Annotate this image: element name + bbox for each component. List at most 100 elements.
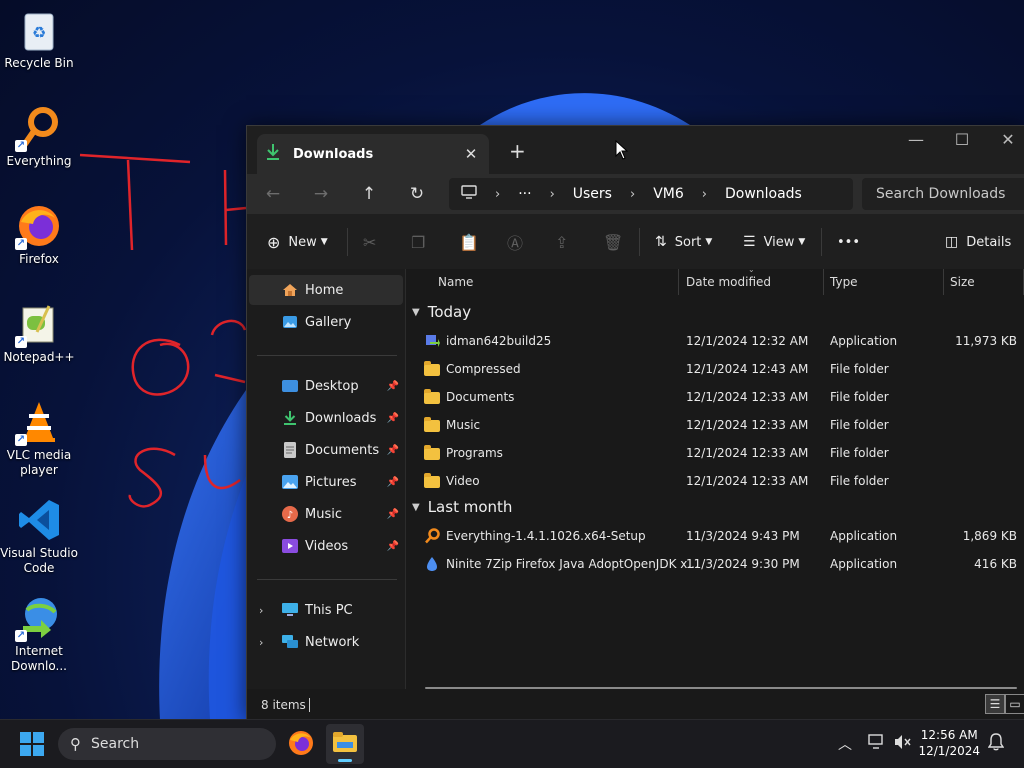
taskbar-clock[interactable]: 12:56 AM 12/1/2024: [918, 727, 980, 759]
table-row[interactable]: Documents 12/1/2024 12:33 AM File folder: [406, 383, 1024, 411]
details-view-button[interactable]: ☰: [985, 694, 1005, 714]
table-row[interactable]: Video 12/1/2024 12:33 AM File folder: [406, 467, 1024, 495]
sort-indicator-icon: ⌄: [748, 265, 755, 274]
show-hidden-icons-button[interactable]: ︿: [838, 734, 852, 754]
share-button[interactable]: ⇪: [555, 228, 568, 256]
explorer-body: Home Gallery Desktop 📌 Downloads 📌 Docum…: [247, 265, 1024, 720]
folder-icon: [424, 417, 442, 433]
copy-button[interactable]: ❐: [411, 228, 425, 256]
group-header-today[interactable]: ▼ Today: [412, 303, 471, 321]
breadcrumb-users[interactable]: Users: [573, 186, 612, 202]
volume-button[interactable]: [894, 734, 912, 754]
file-list: Name Date modified ⌄ Type Size ▼ Today i…: [406, 265, 1024, 689]
tiles-view-icon: ▭: [1009, 697, 1021, 711]
minimize-button[interactable]: —: [893, 130, 939, 149]
maximize-button[interactable]: ☐: [939, 130, 985, 149]
clock-date: 12/1/2024: [918, 744, 980, 758]
pin-icon: 📌: [386, 476, 399, 488]
breadcrumb-downloads[interactable]: Downloads: [725, 186, 802, 202]
chevron-down-icon: ▼: [798, 237, 806, 247]
network-status-button[interactable]: [868, 734, 886, 754]
table-row[interactable]: Compressed 12/1/2024 12:43 AM File folde…: [406, 355, 1024, 383]
view-button[interactable]: ☰ View ▼: [743, 228, 805, 256]
column-divider[interactable]: [943, 269, 944, 295]
new-button[interactable]: ⊕ New ▼: [267, 228, 328, 256]
back-button[interactable]: ←: [261, 182, 285, 206]
paste-button[interactable]: 📋: [459, 228, 479, 256]
column-header-name[interactable]: Name: [438, 275, 473, 289]
view-list-icon: ☰: [743, 234, 756, 250]
sidebar-item-videos[interactable]: Videos 📌: [249, 531, 403, 561]
sidebar-item-pictures[interactable]: Pictures 📌: [249, 467, 403, 497]
desktop-icon-idm[interactable]: ↗ Internet Downlo...: [0, 596, 78, 674]
column-headers: Name Date modified ⌄ Type Size: [406, 265, 1024, 295]
vlc-icon: ↗: [15, 400, 61, 446]
tab-close-button[interactable]: ✕: [459, 145, 483, 163]
ninite-icon: [424, 556, 442, 572]
up-button[interactable]: ↑: [357, 182, 381, 206]
file-explorer-window: Downloads ✕ + — ☐ ✕ ← → ↑ ↻ › ··· › User…: [246, 125, 1024, 721]
start-button[interactable]: [20, 732, 44, 760]
details-button[interactable]: ◫ Details: [945, 228, 1011, 256]
column-header-size[interactable]: Size: [950, 275, 975, 289]
taskbar-firefox[interactable]: [288, 730, 314, 760]
chevron-down-icon: ▼: [412, 501, 420, 513]
sort-button[interactable]: ⇅ Sort ▼: [655, 228, 712, 256]
column-header-date[interactable]: Date modified: [686, 275, 771, 289]
pin-icon: 📌: [386, 540, 399, 552]
download-icon: [265, 143, 285, 165]
breadcrumb-vm6[interactable]: VM6: [653, 186, 684, 202]
taskbar-file-explorer[interactable]: [326, 724, 364, 764]
notifications-button[interactable]: [987, 733, 1005, 755]
more-options-button[interactable]: •••: [837, 228, 860, 256]
cut-button[interactable]: ✂: [363, 228, 376, 256]
chevron-down-icon: ▼: [320, 237, 328, 247]
navigation-bar: ← → ↑ ↻ › ··· › Users › VM6 › Downloads …: [247, 174, 1024, 214]
table-row[interactable]: Everything-1.4.1.1026.x64-Setup 11/3/202…: [406, 522, 1024, 550]
table-row[interactable]: Ninite 7Zip Firefox Java AdoptOpenJDK x.…: [406, 550, 1024, 578]
desktop-icon-firefox[interactable]: ↗ Firefox: [0, 204, 78, 267]
folder-icon: [424, 445, 442, 461]
taskbar-search[interactable]: ⚲ Search: [58, 728, 276, 760]
address-bar[interactable]: › ··· › Users › VM6 › Downloads: [449, 178, 853, 210]
desktop-icon-everything[interactable]: ↗ Everything: [0, 106, 78, 169]
desktop-icon-vlc[interactable]: ↗ VLC media player: [0, 400, 78, 478]
column-header-type[interactable]: Type: [830, 275, 858, 289]
arrow-right-icon: →: [313, 184, 329, 204]
group-header-last-month[interactable]: ▼ Last month: [412, 498, 512, 516]
sidebar-item-network[interactable]: › Network: [249, 627, 403, 657]
refresh-button[interactable]: ↻: [405, 182, 429, 206]
chevron-right-icon: ›: [259, 603, 264, 617]
sidebar-item-downloads[interactable]: Downloads 📌: [249, 403, 403, 433]
sidebar-item-desktop[interactable]: Desktop 📌: [249, 371, 403, 401]
chevron-right-icon: ›: [259, 635, 264, 649]
rename-button[interactable]: Ⓐ: [507, 228, 523, 256]
sidebar-item-gallery[interactable]: Gallery: [249, 307, 403, 337]
chevron-right-icon: ›: [701, 186, 707, 202]
sidebar-item-music[interactable]: ♪ Music 📌: [249, 499, 403, 529]
column-divider[interactable]: [678, 269, 679, 295]
recycle-bin-icon: ♻: [17, 8, 61, 52]
svg-text:♪: ♪: [287, 510, 293, 521]
tab-downloads[interactable]: Downloads ✕: [257, 134, 489, 174]
column-divider[interactable]: [823, 269, 824, 295]
videos-icon: [281, 538, 299, 554]
breadcrumb-more-button[interactable]: ···: [518, 186, 531, 202]
table-row[interactable]: Music 12/1/2024 12:33 AM File folder: [406, 411, 1024, 439]
new-tab-button[interactable]: +: [509, 139, 526, 163]
desktop-icon-notepadpp[interactable]: ↗ Notepad++: [0, 302, 78, 365]
close-window-button[interactable]: ✕: [985, 130, 1024, 149]
tiles-view-button[interactable]: ▭: [1005, 694, 1024, 714]
desktop-icon-recycle-bin[interactable]: ♻ Recycle Bin: [0, 8, 78, 71]
forward-button[interactable]: →: [309, 182, 333, 206]
sidebar-item-home[interactable]: Home: [249, 275, 403, 305]
desktop-icon-vscode[interactable]: Visual Studio Code: [0, 498, 78, 576]
horizontal-scrollbar[interactable]: [425, 687, 1017, 689]
search-input[interactable]: Search Downloads: [862, 178, 1024, 210]
table-row[interactable]: Programs 12/1/2024 12:33 AM File folder: [406, 439, 1024, 467]
shortcut-arrow-icon: ↗: [15, 336, 27, 348]
table-row[interactable]: idman642build25 12/1/2024 12:32 AM Appli…: [406, 327, 1024, 355]
sidebar-item-documents[interactable]: Documents 📌: [249, 435, 403, 465]
sidebar-item-this-pc[interactable]: › This PC: [249, 595, 403, 625]
delete-button[interactable]: 🗑: [603, 228, 623, 256]
